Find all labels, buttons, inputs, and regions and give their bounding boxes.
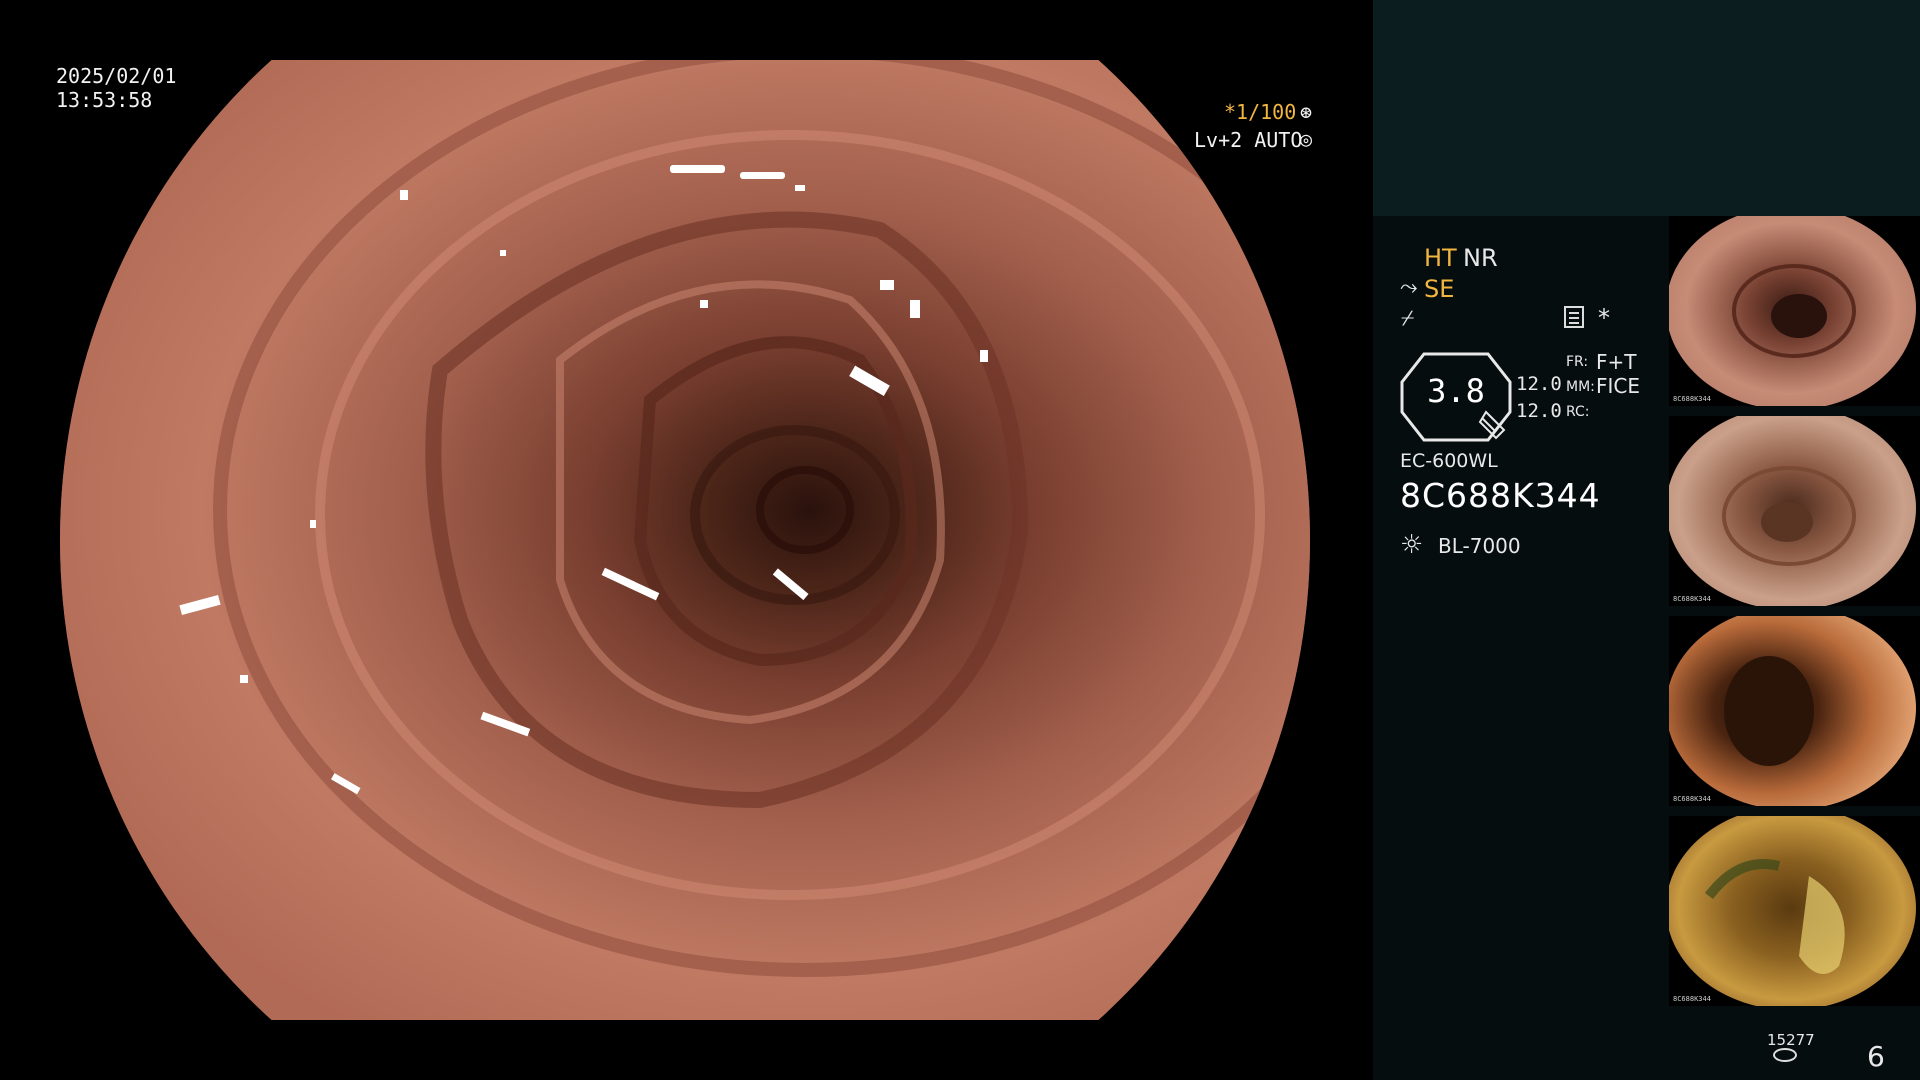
thumbnail-caption: 8C688K344 xyxy=(1673,795,1711,803)
thumbnail-capture-4[interactable]: 8C688K344 xyxy=(1669,816,1920,1006)
scope-serial: 8C688K344 xyxy=(1400,476,1601,515)
fr-key: FR: xyxy=(1566,354,1589,370)
iris-mode: Lv+2 AUTO xyxy=(1194,128,1303,152)
thumbnail-caption: 8C688K344 xyxy=(1673,395,1711,403)
se-setting: SE xyxy=(1424,275,1455,303)
disk-icon xyxy=(1773,1048,1797,1062)
aperture-icon: ⊛ xyxy=(1300,100,1313,124)
thumbnail-image xyxy=(1669,816,1916,1006)
endoscope-screen: 2025/02/01 13:53:58 *1/100 ⊛ Lv+2 AUTO ◎… xyxy=(0,0,1920,1080)
page-number: 6 xyxy=(1867,1040,1885,1073)
structure-icon: ⌿ xyxy=(1401,306,1415,331)
mm-value: FICE xyxy=(1596,374,1641,398)
zoom-value: 3.8 xyxy=(1427,372,1485,410)
scope-model: EC-600WL xyxy=(1400,450,1498,472)
light-source-icon: ☼ xyxy=(1400,530,1424,560)
capture-date: 2025/02/01 xyxy=(56,64,177,88)
light-source-model: BL-7000 xyxy=(1438,534,1521,558)
mm-key: MM: xyxy=(1566,379,1595,395)
thumbnail-image xyxy=(1669,616,1916,806)
zoom-value-b: 12.0 xyxy=(1516,400,1562,422)
thumbnail-image xyxy=(1669,216,1916,406)
structure-enhance-icon: ⤳ xyxy=(1400,275,1418,300)
capture-time: 13:53:58 xyxy=(56,88,153,112)
thumbnail-caption: 8C688K344 xyxy=(1673,995,1711,1003)
thumbnail-caption: 8C688K344 xyxy=(1673,595,1711,603)
shutter-speed: *1/100 xyxy=(1224,100,1297,124)
thumbnail-capture-1[interactable]: 8C688K344 xyxy=(1669,216,1920,406)
star-indicator: * xyxy=(1598,304,1610,332)
thumbnail-capture-2[interactable]: 8C688K344 xyxy=(1669,416,1920,606)
fr-value: F+T xyxy=(1596,350,1637,374)
memory-icon xyxy=(1564,306,1584,328)
info-panel-header xyxy=(1373,0,1920,216)
colon-lumen-image xyxy=(60,60,1310,1020)
zoom-value-a: 12.0 xyxy=(1516,373,1562,395)
rc-key: RC: xyxy=(1566,404,1590,420)
endoscopic-view xyxy=(60,60,1310,1020)
ht-setting: HT xyxy=(1424,244,1457,272)
capture-count: 15277 xyxy=(1767,1031,1815,1049)
thumbnail-capture-3[interactable]: 8C688K344 xyxy=(1669,616,1920,806)
thumbnail-image xyxy=(1669,416,1916,606)
nr-setting: NR xyxy=(1463,244,1498,272)
iris-icon: ◎ xyxy=(1300,127,1313,151)
